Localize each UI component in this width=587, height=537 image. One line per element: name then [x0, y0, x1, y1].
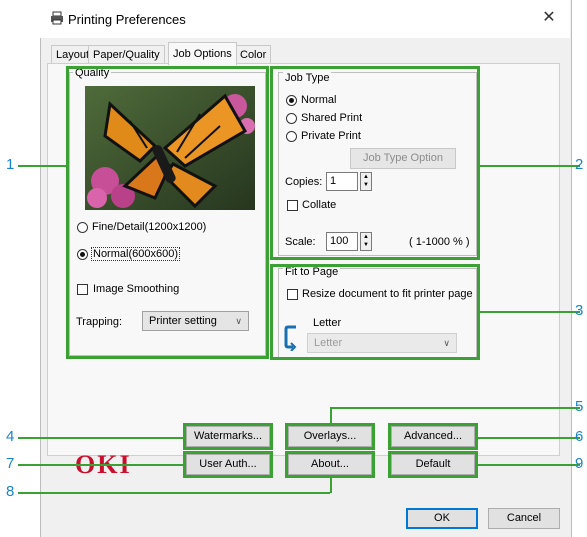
callout-number-4: 4 [6, 428, 15, 445]
leader-line-6 [478, 437, 580, 439]
callout-number-3: 3 [575, 302, 584, 319]
callout-number-7: 7 [6, 455, 15, 472]
callout-frame-2 [270, 66, 480, 260]
leader-line-7 [18, 464, 183, 466]
callout-frame-5 [285, 423, 375, 450]
cancel-button[interactable]: Cancel [488, 508, 560, 529]
leader-line-1 [18, 165, 66, 167]
ok-button[interactable]: OK [406, 508, 478, 529]
leader-line-3 [480, 311, 580, 313]
leader-line-2 [480, 165, 580, 167]
callout-frame-3 [270, 264, 480, 360]
callout-number-8: 8 [6, 483, 15, 500]
leader-line-5-vertical [330, 407, 332, 423]
leader-line-4 [18, 437, 183, 439]
callout-number-1: 1 [6, 156, 15, 173]
callout-frame-4 [183, 423, 273, 450]
printer-icon [51, 11, 63, 25]
leader-line-8-vertical [330, 478, 332, 493]
callout-frame-6 [388, 423, 478, 450]
window-title: Printing Preferences [68, 12, 186, 27]
callout-frame-8 [285, 451, 375, 478]
callout-frame-7 [183, 451, 273, 478]
tab-color[interactable]: Color [235, 45, 272, 64]
callout-frame-9 [388, 451, 478, 478]
close-icon[interactable]: ✕ [541, 10, 557, 26]
callout-number-6: 6 [575, 428, 584, 445]
leader-line-8 [18, 492, 330, 494]
leader-line-9 [478, 464, 580, 466]
callout-number-5: 5 [575, 398, 584, 415]
callout-number-9: 9 [575, 455, 584, 472]
tab-job-options[interactable]: Job Options [168, 42, 237, 65]
leader-line-5 [330, 407, 580, 409]
callout-number-2: 2 [575, 156, 584, 173]
callout-frame-1 [66, 66, 269, 359]
tab-paper-quality[interactable]: Paper/Quality [88, 45, 165, 64]
